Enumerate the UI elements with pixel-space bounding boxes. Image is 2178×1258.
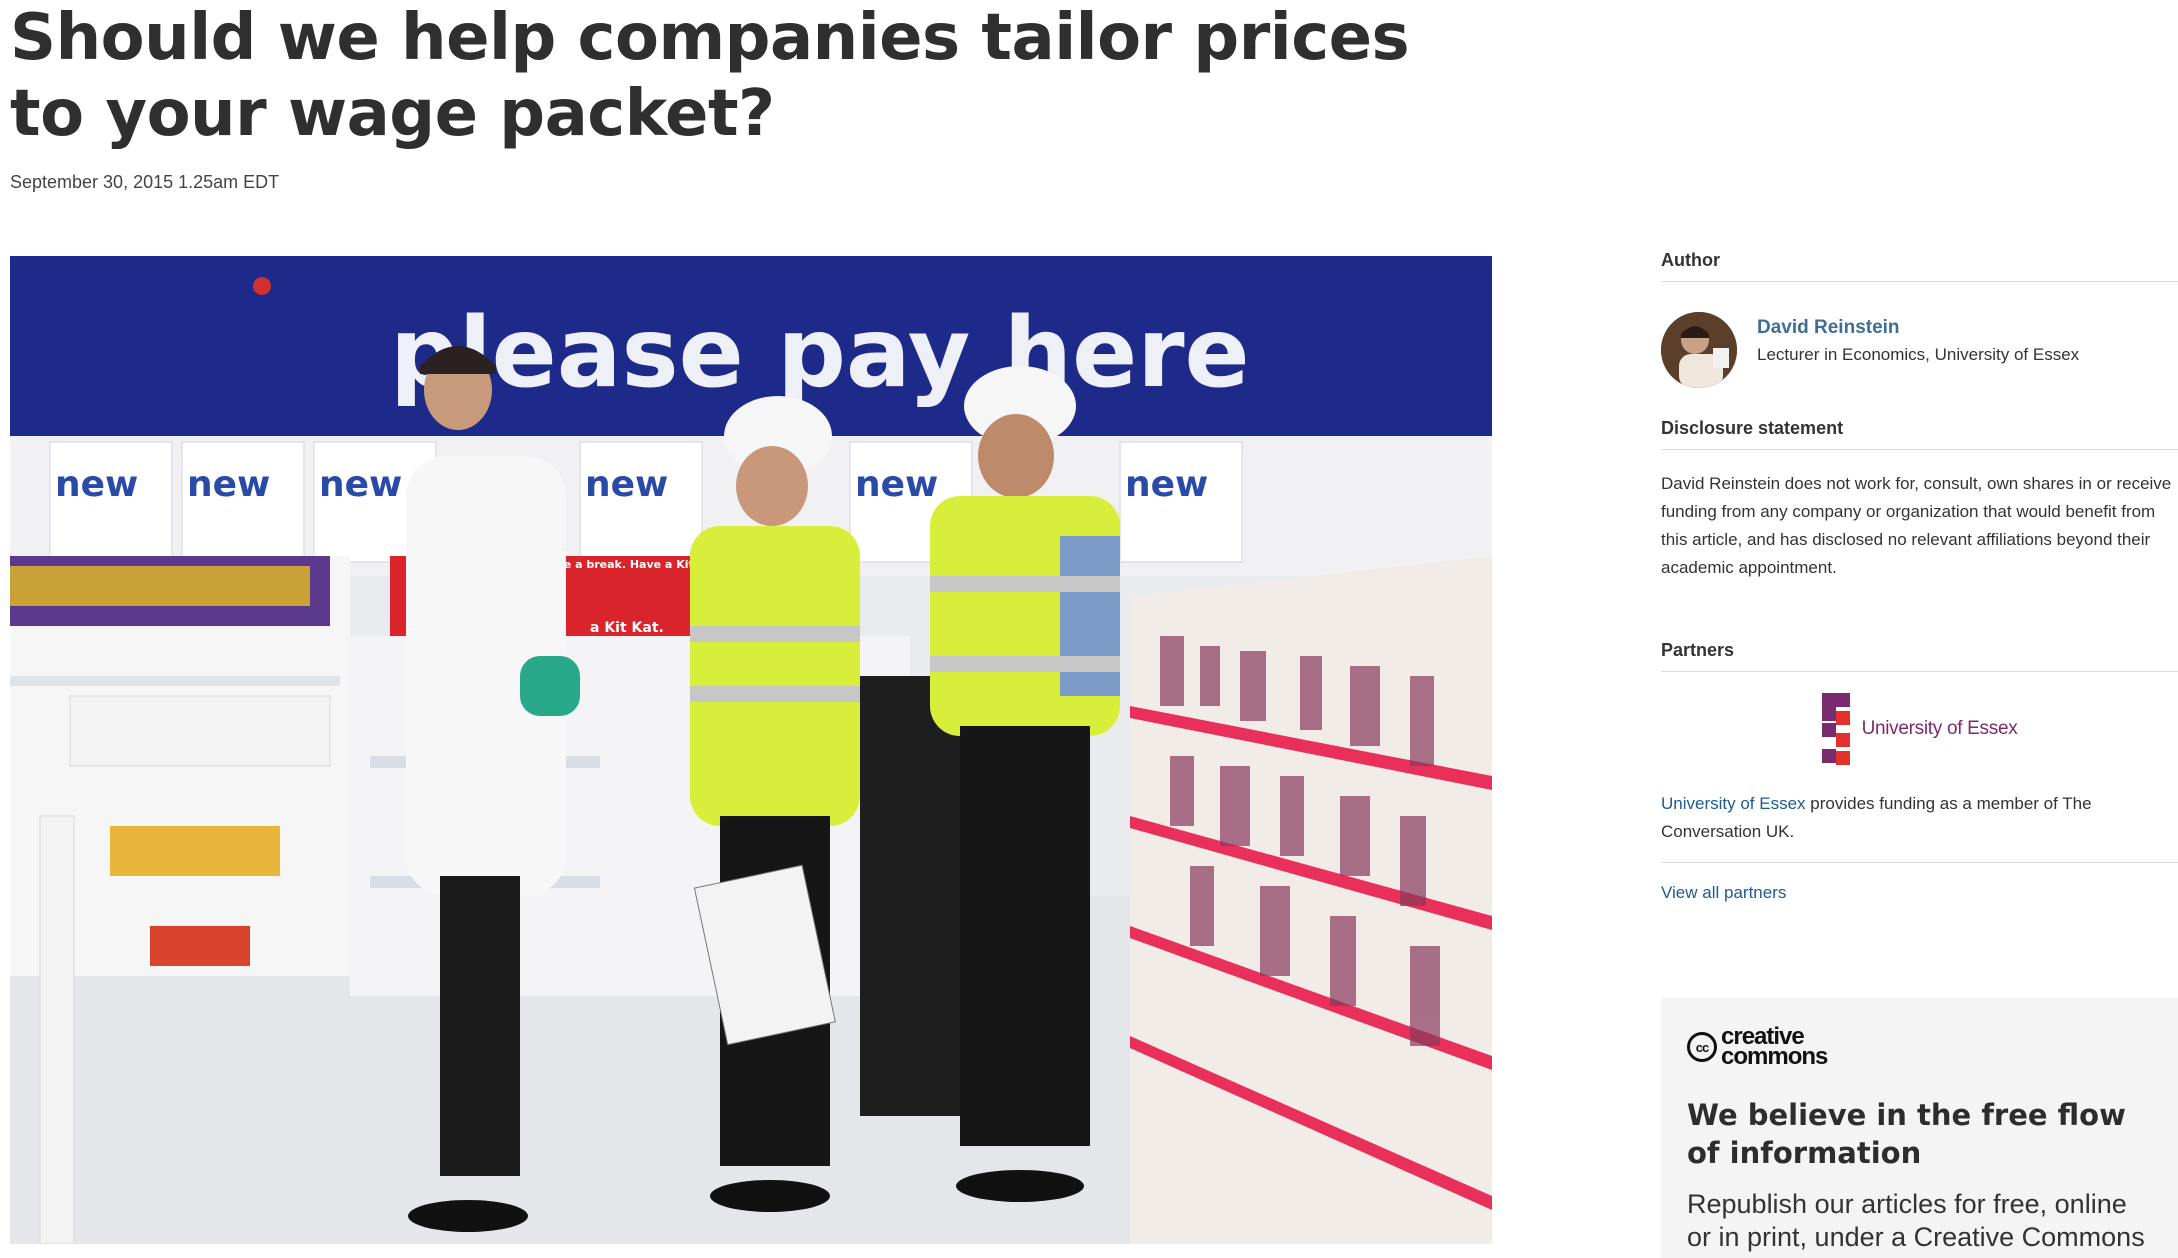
view-all-partners-link[interactable]: View all partners	[1661, 883, 2178, 903]
sign-text: please pay here	[390, 297, 1250, 409]
republish-box: cc creative commons We believe in the fr…	[1661, 998, 2178, 1258]
republish-title: We believe in the free flow of informati…	[1687, 1098, 2126, 1170]
article-sidebar: Author David Reinstein Lecturer in Econo…	[1661, 250, 2178, 903]
disclosure-statement: David Reinstein does not work for, consu…	[1661, 474, 2172, 577]
partner-link[interactable]: University of Essex	[1661, 794, 1806, 813]
article-headline: Should we help companies tailor prices t…	[10, 1, 1410, 151]
author-role: Lecturer in Economics, University of Ess…	[1757, 345, 2080, 364]
cc-icon: cc	[1687, 1032, 1717, 1062]
cc-logo-text: creative commons	[1721, 1025, 1828, 1070]
author-avatar-image	[1661, 312, 1737, 388]
essex-logo-text: University of Essex	[1861, 718, 2018, 739]
author-avatar[interactable]	[1661, 312, 1737, 388]
article-page: Should we help companies tailor prices t…	[0, 0, 2178, 1258]
shelf-label: new	[855, 464, 938, 505]
creative-commons-logo: cc creative commons	[1687, 1024, 2152, 1070]
shelf-label: new	[187, 464, 270, 505]
hero-image: please pay here new new new new new new	[10, 256, 1492, 1244]
university-of-essex-logo[interactable]: University of Essex	[1661, 692, 2178, 766]
author-name-link[interactable]: David Reinstein	[1757, 314, 2079, 342]
essex-logo-mark	[1821, 693, 1850, 765]
article-date: September 30, 2015 1.25am EDT	[10, 172, 280, 192]
cc-logo-line2: commons	[1721, 1043, 1828, 1070]
republish-body: Republish our articles for free, online …	[1687, 1189, 2145, 1252]
partner-funding-text: University of Essex provides funding as …	[1661, 790, 2178, 863]
disclosure-heading: Disclosure statement	[1661, 418, 2178, 450]
hero-illustration: please pay here new new new new new new	[10, 256, 1492, 1244]
shelf-label: new	[585, 464, 668, 505]
shelf-label: new	[319, 464, 402, 505]
kitkat-short: a Kit Kat.	[590, 620, 664, 636]
shelf-label: new	[55, 464, 138, 505]
shelf-label: new	[1125, 464, 1208, 505]
partners-heading: Partners	[1661, 640, 2178, 672]
author-heading: Author	[1661, 250, 2178, 282]
author-card: David Reinstein Lecturer in Economics, U…	[1661, 312, 2178, 388]
